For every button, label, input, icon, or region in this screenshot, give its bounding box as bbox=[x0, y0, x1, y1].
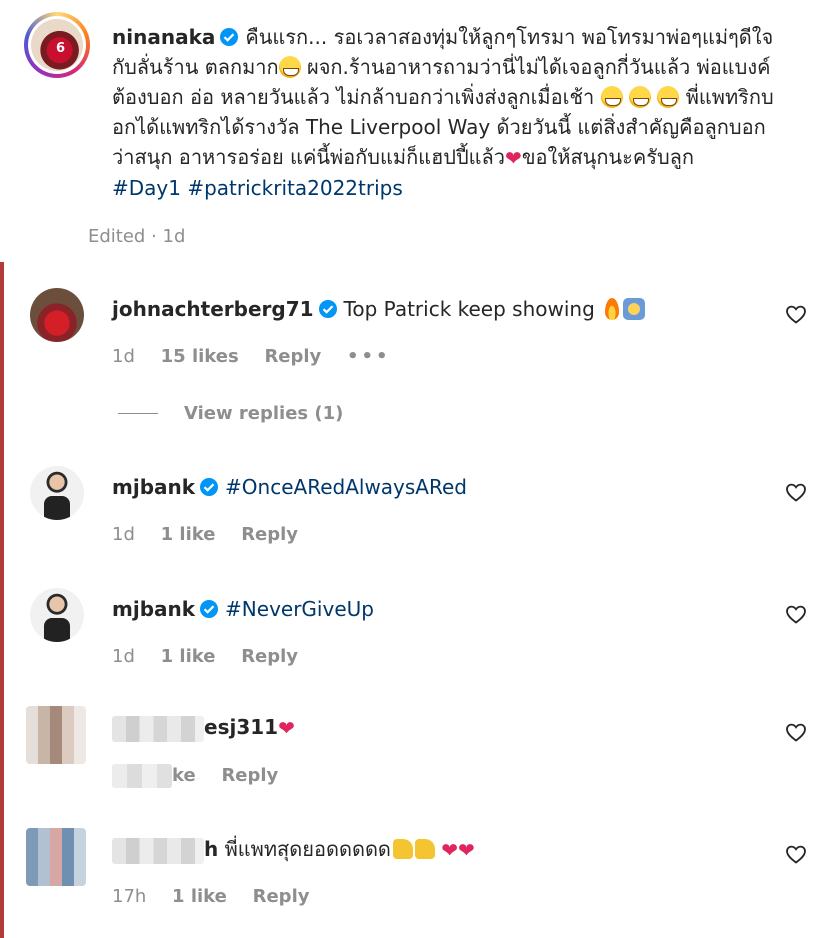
comment-text: Top Patrick keep showing bbox=[343, 297, 595, 321]
edited-label: Edited · 1d bbox=[88, 226, 186, 247]
comment-username[interactable]: mjbank bbox=[112, 475, 195, 499]
comment-username-partial[interactable]: h bbox=[204, 837, 218, 861]
reply-button[interactable]: Reply bbox=[241, 646, 298, 667]
owner-avatar[interactable]: 6 bbox=[24, 12, 90, 78]
verified-badge-icon bbox=[200, 478, 219, 496]
post-username[interactable]: ninanaka bbox=[112, 25, 215, 49]
view-replies-button[interactable]: View replies (1) bbox=[118, 403, 343, 424]
replies-divider bbox=[118, 413, 158, 414]
red-heart-emoji-icon: ❤ bbox=[458, 838, 475, 862]
red-heart-emoji-icon: ❤ bbox=[505, 146, 522, 170]
more-options-icon[interactable]: ••• bbox=[347, 346, 391, 367]
verified-badge-icon bbox=[318, 300, 337, 318]
fire-emoji-icon bbox=[605, 298, 620, 320]
comment-username[interactable]: mjbank bbox=[112, 597, 195, 621]
grinning-squint-emoji-icon bbox=[278, 56, 301, 78]
commenter-avatar[interactable] bbox=[30, 288, 84, 342]
reply-button[interactable]: Reply bbox=[253, 886, 310, 907]
comment-time: 17h bbox=[112, 886, 147, 907]
comment-item: mjbank #NeverGiveUp 1d 1 like Reply bbox=[24, 588, 814, 698]
comment-item: johnachterberg71 Top Patrick keep showing… bbox=[24, 288, 814, 398]
commenter-avatar[interactable] bbox=[30, 588, 84, 642]
heart-outline-icon[interactable] bbox=[784, 302, 808, 326]
caption-hashtags[interactable]: #Day1 #patrickrita2022trips bbox=[112, 176, 403, 200]
verified-badge-icon bbox=[200, 600, 219, 618]
reply-button[interactable]: Reply bbox=[241, 524, 298, 545]
heart-outline-icon[interactable] bbox=[784, 720, 808, 744]
comment-username[interactable]: johnachterberg71 bbox=[112, 297, 314, 321]
reply-button[interactable]: Reply bbox=[221, 765, 278, 786]
comment-username-partial[interactable]: esj311 bbox=[204, 715, 278, 739]
caption-text-4: ขอให้สนุกนะครับลูก bbox=[521, 145, 695, 169]
comment-likes[interactable]: 1 like bbox=[161, 524, 216, 545]
commenter-avatar[interactable] bbox=[30, 466, 84, 520]
comment-item: esj311❤ ke Reply bbox=[24, 706, 814, 816]
grinning-squint-emoji-icon bbox=[628, 86, 651, 108]
comment-likes-partial[interactable]: ke bbox=[172, 765, 196, 786]
comment-time: 1d bbox=[112, 346, 135, 367]
red-heart-emoji-icon: ❤ bbox=[441, 838, 459, 862]
comment-likes[interactable]: 15 likes bbox=[161, 346, 239, 367]
comment-time: 1d bbox=[112, 524, 135, 545]
comment-hashtag[interactable]: #NeverGiveUp bbox=[225, 597, 374, 621]
thumbs-up-emoji-icon bbox=[414, 839, 435, 859]
view-replies-label: View replies (1) bbox=[184, 403, 344, 424]
grinning-squint-emoji-icon bbox=[600, 86, 623, 108]
red-heart-emoji-icon: ❤ bbox=[278, 716, 295, 740]
comment-hashtag[interactable]: #OnceARedAlwaysARed bbox=[225, 475, 467, 499]
redacted-username bbox=[112, 715, 204, 742]
comment-likes[interactable]: 1 like bbox=[161, 646, 216, 667]
thumbs-up-emoji-icon bbox=[392, 839, 413, 859]
heart-outline-icon[interactable] bbox=[784, 602, 808, 626]
raising-hands-emoji-icon bbox=[623, 298, 646, 320]
heart-outline-icon[interactable] bbox=[784, 480, 808, 504]
left-edge-bar bbox=[0, 262, 4, 938]
redacted-username bbox=[112, 837, 204, 864]
comment-item: mjbank #OnceARedAlwaysARed 1d 1 like Repl… bbox=[24, 466, 814, 576]
comment-likes[interactable]: 1 like bbox=[172, 886, 227, 907]
comment-time: 1d bbox=[112, 646, 135, 667]
comment-text: พี่แพทสุดยอดดดดด bbox=[224, 837, 391, 861]
comment-item: h พี่แพทสุดยอดดดดด ❤❤ 17h 1 like Reply bbox=[24, 828, 814, 938]
redacted-meta bbox=[112, 764, 172, 788]
caption: ninanaka คืนแรก... รอเวลาสองทุ่มให้ลูกๆโท… bbox=[112, 22, 782, 203]
verified-badge-icon bbox=[220, 28, 239, 46]
heart-outline-icon[interactable] bbox=[784, 842, 808, 866]
reply-button[interactable]: Reply bbox=[264, 346, 321, 367]
commenter-avatar-blurred[interactable] bbox=[26, 706, 86, 764]
grinning-squint-emoji-icon bbox=[657, 86, 680, 108]
commenter-avatar-blurred[interactable] bbox=[26, 828, 86, 886]
